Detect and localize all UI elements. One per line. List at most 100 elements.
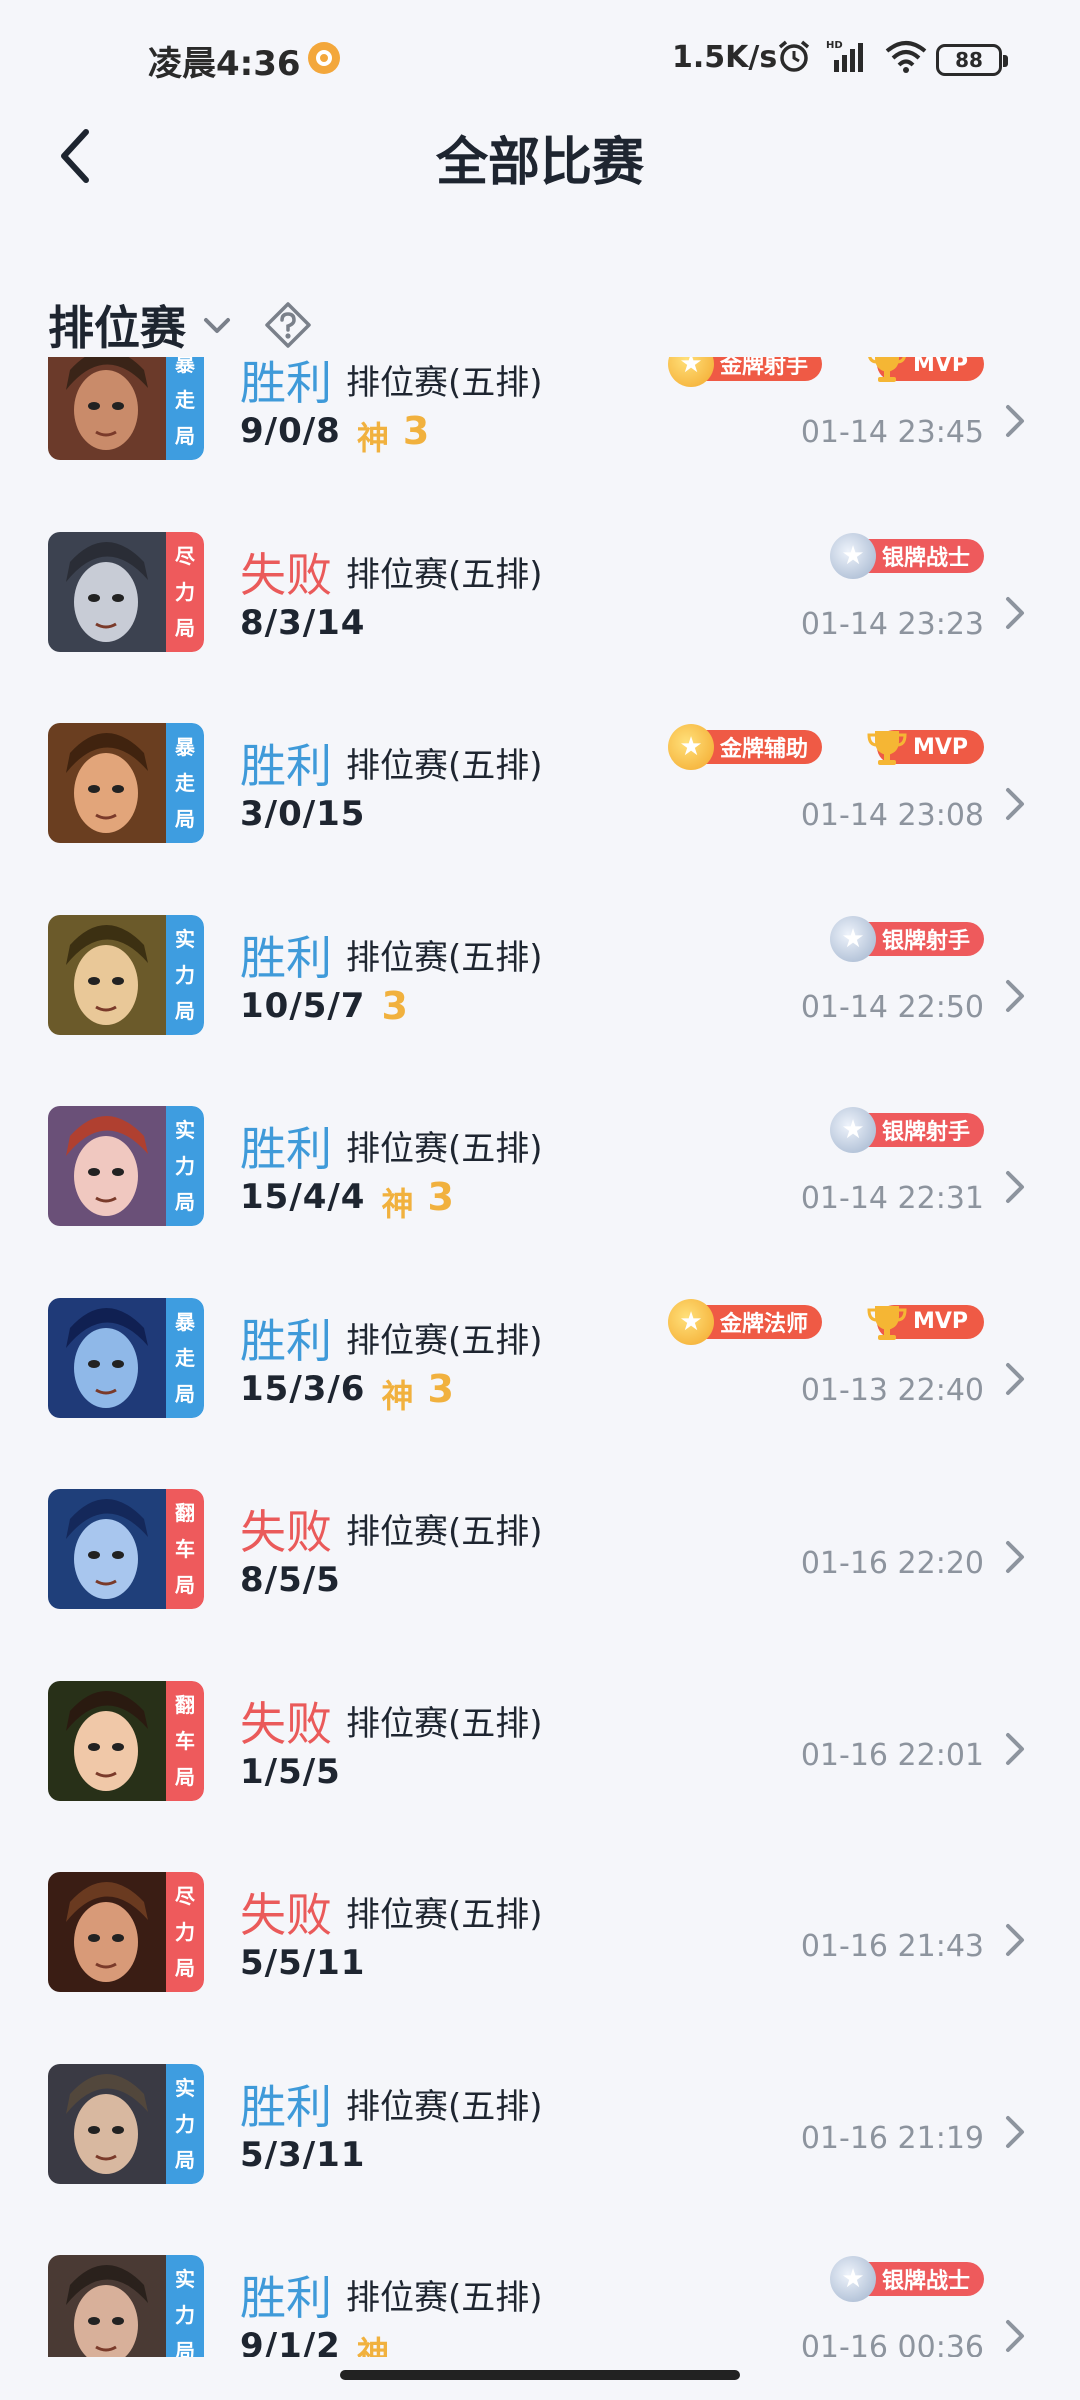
star-medal-icon: ★ — [829, 532, 876, 579]
mvp-badge: MVP — [867, 1304, 984, 1340]
match-row[interactable]: 实力局 胜利 排位赛(五排) 10/5/7 01-14 22:50 3 ★ 银牌射手 — [0, 900, 1080, 1091]
home-indicator[interactable] — [340, 2370, 740, 2380]
match-time: 01-14 23:23 — [800, 606, 984, 642]
outcome-tag-char: 走 — [175, 771, 195, 795]
mvp-label: MVP — [912, 357, 968, 377]
medal-label: 银牌射手 — [881, 928, 970, 954]
outcome-tag-char: 力 — [175, 1154, 195, 1178]
outcome-tag-char: 局 — [175, 807, 195, 831]
match-time: 01-16 21:43 — [800, 1929, 984, 1964]
match-time: 01-14 22:50 — [800, 989, 984, 1025]
mvp-label: MVP — [912, 1309, 968, 1334]
match-row[interactable]: 翻车局 失败 排位赛(五排) 8/5/5 01-16 22:20 — [0, 1474, 1080, 1665]
medal-label: 银牌战士 — [881, 2269, 970, 2294]
kda-score: 5/5/11 — [240, 1943, 366, 1983]
match-time: 01-14 23:45 — [800, 415, 984, 450]
kda-score: 3/0/15 — [240, 794, 366, 834]
outcome-tag-char: 局 — [175, 1190, 195, 1214]
medal-label: 金牌辅助 — [719, 737, 808, 762]
trophy-icon — [867, 731, 907, 765]
chevron-right-icon — [1006, 1924, 1024, 1956]
match-mode: 排位赛(五排) — [346, 746, 543, 786]
match-type-filter[interactable]: 排位赛 — [48, 290, 312, 360]
match-time: 01-16 21:19 — [800, 2120, 984, 2156]
chevron-right-icon — [1006, 1362, 1024, 1395]
filter-label: 排位赛 — [48, 301, 186, 355]
match-mode: 排位赛(五排) — [346, 2278, 543, 2318]
chevron-right-icon — [1006, 788, 1024, 820]
kda-score: 10/5/7 — [240, 985, 366, 1026]
hero-portrait — [48, 1872, 166, 1992]
outcome-tag-char: 尽 — [175, 543, 195, 568]
mvp-badge: MVP — [867, 730, 984, 765]
kda-score: 5/3/11 — [240, 2134, 366, 2175]
outcome-tag-char: 走 — [175, 1345, 195, 1370]
match-time: 01-14 23:08 — [800, 798, 984, 833]
status-icons: HD — [776, 38, 928, 74]
trophy-icon — [867, 1305, 907, 1340]
help-icon[interactable] — [264, 301, 312, 349]
hero-portrait — [48, 1489, 166, 1609]
network-speed: 1.5K/s — [672, 40, 778, 75]
medal-badge: ★ 银牌战士 — [829, 2256, 984, 2302]
outcome-tag: 暴走局 — [166, 1297, 204, 1418]
match-row[interactable]: 实力局 胜利 排位赛(五排) 15/4/4 01-14 22:31 神 3 ★ 银牌射… — [0, 1091, 1080, 1282]
match-row[interactable]: 暴走局 胜利 排位赛(五排) 3/0/15 01-14 23:08 ★ 金牌辅助 M… — [0, 708, 1080, 899]
match-result: 失败 — [240, 1505, 332, 1559]
god-like-badge: 神 — [381, 1185, 414, 1223]
outcome-tag-char: 局 — [175, 1381, 195, 1406]
kda-score: 1/5/5 — [240, 1751, 341, 1792]
match-row[interactable]: 暴走局 胜利 排位赛(五排) 9/0/8 01-14 23:45 神 3 ★ 金牌射手… — [0, 357, 1080, 516]
match-result: 胜利 — [240, 357, 332, 410]
match-result: 胜利 — [240, 2079, 332, 2134]
kda-score: 8/3/14 — [240, 602, 366, 643]
outcome-tag-char: 实 — [175, 2267, 195, 2291]
triple-kill-badge: 3 — [402, 409, 430, 453]
mvp-badge: MVP — [868, 357, 984, 382]
match-row[interactable]: 尽力局 失败 排位赛(五排) 8/3/14 01-14 23:23 ★ 银牌战士 — [0, 517, 1080, 708]
outcome-tag-char: 尽 — [175, 1884, 195, 1908]
match-mode: 排位赛(五排) — [346, 1703, 543, 1744]
kda-score: 15/3/6 — [240, 1368, 366, 1409]
chevron-right-icon — [1006, 979, 1024, 1012]
star-medal-icon: ★ — [667, 724, 714, 770]
match-row[interactable]: 暴走局 胜利 排位赛(五排) 15/3/6 01-13 22:40 神 3 ★ 金牌法… — [0, 1283, 1080, 1474]
star-medal-icon: ★ — [829, 2256, 876, 2302]
medal-label: 金牌射手 — [719, 357, 808, 379]
hero-portrait — [48, 2063, 166, 2184]
hero-avatar: 翻车局 — [48, 1489, 204, 1609]
match-row[interactable]: 尽力局 失败 排位赛(五排) 5/5/11 01-16 21:43 — [0, 1857, 1080, 2048]
outcome-tag-char: 局 — [175, 1956, 195, 1980]
match-row[interactable]: 翻车局 失败 排位赛(五排) 1/5/5 01-16 22:01 — [0, 1666, 1080, 1857]
star-medal-icon: ★ — [667, 357, 714, 387]
outcome-tag-char: 车 — [175, 1537, 195, 1561]
hero-avatar: 实力局 — [48, 2063, 204, 2184]
chevron-right-icon — [1006, 2115, 1024, 2148]
outcome-tag-char: 走 — [175, 388, 195, 412]
outcome-tag: 实力局 — [166, 2255, 204, 2357]
match-result: 失败 — [240, 1888, 332, 1942]
match-row[interactable]: 实力局 胜利 排位赛(五排) 9/1/2 01-16 00:36 神 ★ 银牌战士 — [0, 2240, 1080, 2357]
match-result: 胜利 — [240, 1313, 332, 1368]
outcome-tag-char: 局 — [175, 998, 195, 1023]
triple-kill-badge: 3 — [427, 1175, 454, 1219]
outcome-tag-char: 车 — [175, 1728, 195, 1753]
match-list-viewport[interactable]: 暴走局 胜利 排位赛(五排) 9/0/8 01-14 23:45 神 3 ★ 金牌射手… — [0, 357, 1080, 2357]
medal-badge: ★ 金牌法师 — [667, 1298, 822, 1345]
outcome-tag: 暴走局 — [166, 357, 204, 460]
match-row[interactable]: 实力局 胜利 排位赛(五排) 5/3/11 01-16 21:19 — [0, 2049, 1080, 2240]
hero-avatar: 暴走局 — [48, 723, 204, 843]
medal-badge: ★ 银牌战士 — [829, 532, 984, 579]
outcome-tag: 实力局 — [166, 1106, 204, 1226]
notification-app-icon — [308, 42, 340, 74]
hero-avatar: 实力局 — [48, 914, 204, 1035]
outcome-tag-char: 力 — [175, 962, 195, 987]
outcome-tag-char: 局 — [175, 1573, 195, 1597]
match-result: 胜利 — [240, 739, 332, 793]
match-mode: 排位赛(五排) — [346, 937, 543, 978]
outcome-tag-char: 暴 — [175, 357, 195, 376]
chevron-right-icon — [1006, 2320, 1024, 2352]
outcome-tag: 翻车局 — [166, 1680, 204, 1801]
battery-indicator: 88 — [936, 44, 1008, 76]
wifi-icon — [885, 41, 927, 73]
